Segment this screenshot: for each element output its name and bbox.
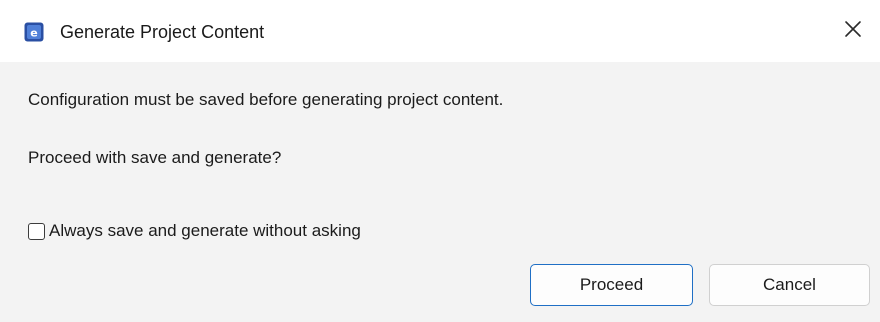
message-proceed-question: Proceed with save and generate?: [28, 148, 282, 167]
dialog-title: Generate Project Content: [60, 22, 265, 42]
title-bar: e Generate Project Content: [0, 0, 880, 62]
checkbox-box[interactable]: [28, 222, 45, 240]
close-button[interactable]: [836, 14, 870, 48]
svg-text:e: e: [30, 27, 37, 40]
close-icon: [844, 20, 862, 43]
generate-project-content-dialog: e Generate Project Content Configuration…: [0, 0, 880, 322]
cancel-button[interactable]: Cancel: [709, 264, 870, 306]
checkbox-label: Always save and generate without asking: [49, 221, 361, 240]
message-save-required: Configuration must be saved before gener…: [28, 90, 504, 109]
app-icon: e: [24, 22, 44, 42]
proceed-button[interactable]: Proceed: [530, 264, 693, 306]
always-save-checkbox[interactable]: Always save and generate without asking: [28, 219, 361, 243]
